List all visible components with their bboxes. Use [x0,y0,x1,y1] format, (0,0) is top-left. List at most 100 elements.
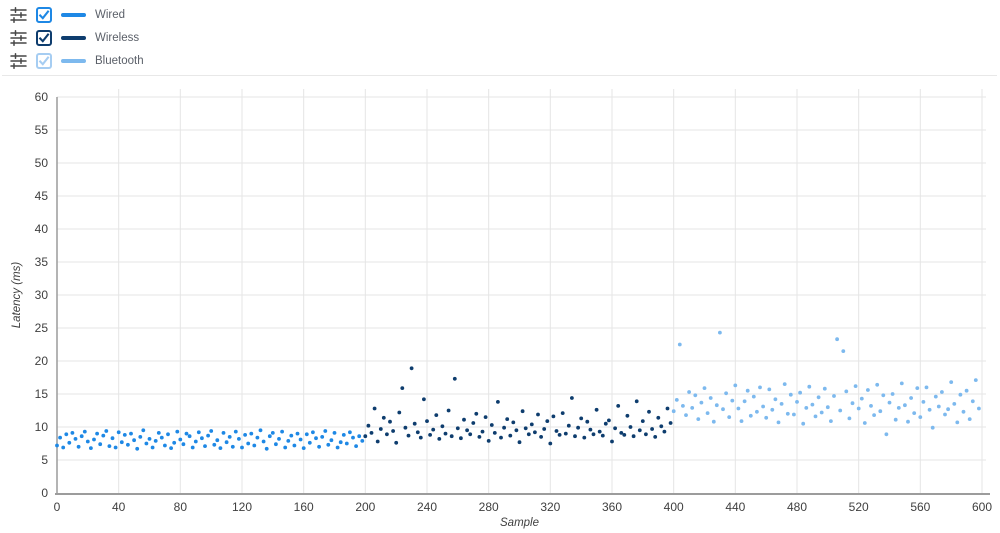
scatter-point [835,337,839,341]
y-tick-label: 10 [35,420,49,434]
scatter-point [370,431,374,435]
scatter-point [891,392,895,396]
scatter-point [829,419,833,423]
scatter-point [169,446,173,450]
scatter-point [58,436,62,440]
scatter-point [545,419,549,423]
scatter-point [622,433,626,437]
series-settings-icon[interactable] [10,53,27,69]
scatter-point [656,416,660,420]
scatter-point [922,400,926,404]
scatter-point [570,396,574,400]
y-axis-title: Latency (ms) [11,262,23,329]
scatter-point [635,399,639,403]
scatter-point [419,436,423,440]
scatter-point [225,440,229,444]
scatter-point [851,401,855,405]
scatter-point [925,386,929,390]
scatter-point [178,438,182,442]
scatter-point [746,389,750,393]
scatter-point [197,430,201,434]
series-label: Wired [95,9,125,21]
scatter-point [687,390,691,394]
scatter-point [937,405,941,409]
scatter-point [351,436,355,440]
scatter-point [946,407,950,411]
scatter-point [666,407,670,411]
scatter-point [120,440,124,444]
scatter-point [206,434,210,438]
scatter-point [357,434,361,438]
scatter-point [151,446,155,450]
scatter-point [71,431,75,435]
scatter-point [783,382,787,386]
scatter-point [314,436,318,440]
scatter-point [601,434,605,438]
scatter-point [518,440,522,444]
scatter-point [589,428,593,432]
scatter-point [98,442,102,446]
scatter-point [484,415,488,419]
x-tick-label: 120 [232,500,252,514]
scatter-point [841,349,845,353]
series-visibility-checkbox[interactable] [36,30,52,46]
scatter-point [114,446,118,450]
scatter-point [61,446,65,450]
scatter-point [592,432,596,436]
scatter-point [441,424,445,428]
scatter-point [345,442,349,446]
y-tick-label: 25 [35,321,49,335]
scatter-point [104,429,108,433]
x-tick-label: 200 [355,500,375,514]
scatter-point [567,424,571,428]
scatter-point [610,440,614,444]
scatter-point [860,397,864,401]
scatter-point [811,403,815,407]
series-visibility-checkbox[interactable] [36,7,52,23]
scatter-point [579,417,583,421]
scatter-point [663,430,667,434]
series-settings-icon[interactable] [10,30,27,46]
scatter-point [521,409,525,413]
scatter-point [712,420,716,424]
scatter-point [286,439,290,443]
scatter-point [280,430,284,434]
x-tick-label: 280 [479,500,499,514]
scatter-point [215,438,219,442]
scatter-point [262,440,266,444]
scatter-point [558,433,562,437]
scatter-point [305,432,309,436]
scatter-point [246,442,250,446]
scatter-point [807,385,811,389]
series-visibility-checkbox[interactable] [36,53,52,69]
scatter-point [795,400,799,404]
scatter-point [770,408,774,412]
scatter-point [240,446,244,450]
scatter-point [965,389,969,393]
scatter-point [456,426,460,430]
scatter-point [897,406,901,410]
scatter-point [249,432,253,436]
scatter-point [681,404,685,408]
scatter-point [764,416,768,420]
series-settings-icon[interactable] [10,7,27,23]
scatter-point [626,414,630,418]
scatter-point [425,419,429,423]
y-tick-label: 55 [35,123,49,137]
scatter-point [906,420,910,424]
y-tick-label: 30 [35,288,49,302]
x-tick-label: 440 [725,500,745,514]
scatter-point [502,426,506,430]
scatter-point [940,390,944,394]
scatter-point [194,440,198,444]
scatter-point [508,434,512,438]
scatter-point [755,410,759,414]
scatter-point [548,442,552,446]
scatter-point [86,440,90,444]
scatter-point [123,433,127,437]
scatter-point [157,431,161,435]
scatter-point [761,405,765,409]
scatter-point [863,421,867,425]
series-color-swatch [61,13,86,17]
scatter-point [561,411,565,415]
